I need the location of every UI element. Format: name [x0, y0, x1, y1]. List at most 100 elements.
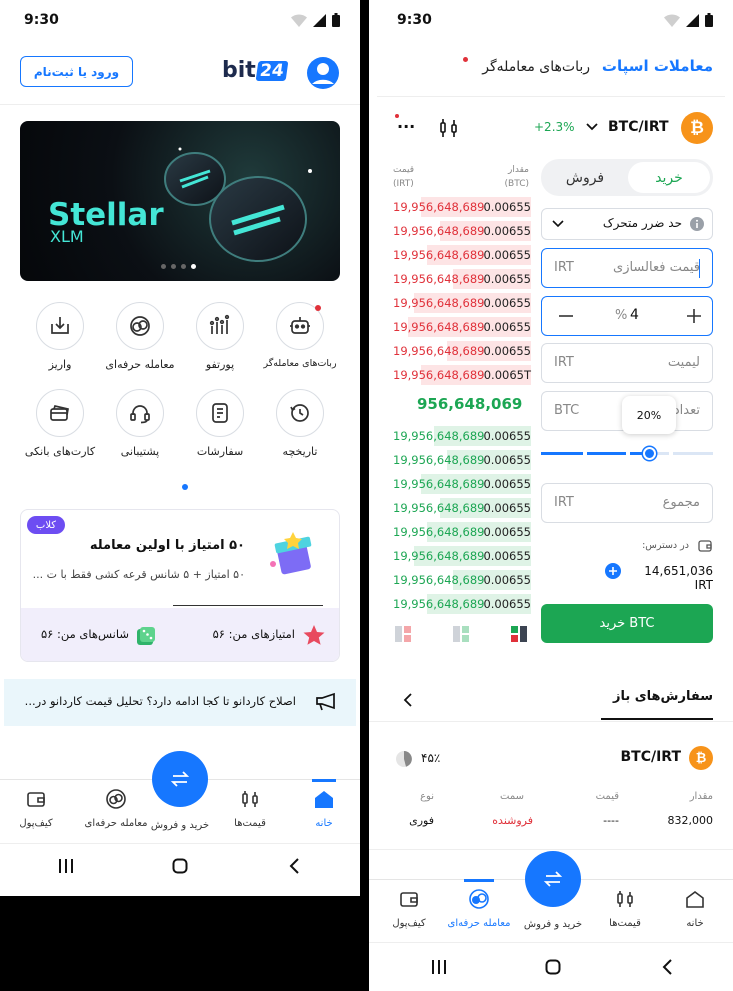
orderbook-view-bids-icon[interactable] [453, 626, 469, 642]
active-tab-indicator [312, 779, 336, 782]
row-price: 19,956,648,689 [393, 296, 485, 310]
pro-trade-icon [469, 889, 489, 909]
nav-wallet[interactable]: کیف‌پول [381, 888, 437, 929]
quick-action-portfolio[interactable]: پورتفو [180, 302, 260, 371]
row-amount: 0.0065T [483, 368, 531, 382]
nav-wallet[interactable]: کیف‌پول [8, 788, 64, 829]
percent-stepper[interactable]: % 4 [541, 296, 713, 336]
bid-row[interactable]: 19,956,648,689 0.00655 [391, 424, 531, 448]
back-system-button[interactable] [661, 959, 673, 979]
ask-row[interactable]: 19,956,648,689 0.00655 [391, 243, 531, 267]
percent-value: 4 [630, 307, 639, 323]
info-icon[interactable] [690, 217, 704, 231]
add-funds-icon[interactable] [605, 563, 621, 579]
chart-candles-icon[interactable] [439, 117, 459, 139]
row-amount: 0.00655 [483, 224, 531, 238]
pair-name[interactable]: BTC/IRT [608, 119, 669, 135]
status-time: 9:30 [24, 12, 59, 28]
row-price: 19,956,648,689 [393, 429, 485, 443]
ask-row[interactable]: 19,956,648,689 0.00655 [391, 219, 531, 243]
orderbook-view-asks-icon[interactable] [511, 626, 527, 642]
slider-thumb[interactable] [643, 447, 656, 460]
row-price: 19,956,648,689 [393, 597, 485, 611]
bank-card-icon [50, 404, 69, 421]
nav-prices[interactable]: قیمت‌ها [222, 788, 278, 829]
more-menu-button[interactable]: ... [397, 113, 415, 132]
quick-action-pro-trade[interactable]: معامله حرفه‌ای [100, 302, 180, 371]
activation-price-input[interactable]: قیمت فعالسازی IRT [541, 248, 713, 288]
nav-pro-trade[interactable]: معامله حرفه‌ای [445, 888, 513, 929]
orderbook-view-toggles [395, 626, 527, 642]
bid-row[interactable]: 19,956,648,689 0.00655 [391, 544, 531, 568]
quick-action-bank-cards[interactable]: کارت‌های بانکی [20, 389, 100, 458]
tab-spot-trading[interactable]: معاملات اسپات [602, 57, 713, 75]
col-side: سمت [500, 791, 524, 802]
row-amount: 0.00655 [483, 272, 531, 286]
bid-row[interactable]: 19,956,648,689 0.00655 [391, 520, 531, 544]
quick-action-deposit[interactable]: واریز [20, 302, 100, 371]
club-card[interactable]: کلاب ۵۰ امتیاز با اولین معامله ۵۰ امتیاز… [20, 509, 340, 662]
nav-home[interactable]: خانه [667, 888, 723, 929]
signal-icon [313, 13, 326, 27]
bid-row[interactable]: 19,956,648,689 0.00655 [391, 568, 531, 592]
order-type-select[interactable]: حد ضرر متحرک [541, 208, 713, 240]
wallet-icon [27, 792, 45, 807]
chevron-left-icon[interactable] [403, 692, 413, 708]
ask-row[interactable]: 19,956,648,689 0.00655 [391, 339, 531, 363]
row-price: 19,956,648,689 [393, 453, 485, 467]
home-screen: 9:30 ورود یا ثبت‌نام bit 24 Stellar XLM [0, 0, 360, 896]
ask-row[interactable]: 19,956,648,689 0.00655 [391, 291, 531, 315]
club-badge: کلاب [27, 516, 65, 534]
quick-action-trading-bots[interactable]: ربات‌های معامله‌گر [260, 302, 340, 369]
ask-row[interactable]: 19,956,648,689 0.00655 [391, 195, 531, 219]
buy-tab[interactable]: خرید [628, 162, 710, 193]
ask-row[interactable]: 19,956,648,689 0.00655 [391, 267, 531, 291]
bid-row[interactable]: 19,956,648,689 0.00655 [391, 472, 531, 496]
activation-unit: IRT [554, 260, 574, 275]
ask-row[interactable]: 19,956,648,689 0.00655 [391, 315, 531, 339]
nav-label: قیمت‌ها [234, 818, 266, 829]
buy-sell-fab[interactable] [525, 851, 581, 907]
system-status-icons [291, 13, 340, 27]
pro-trade-icon [106, 789, 126, 809]
bid-row[interactable]: 19,956,648,689 0.00655 [391, 592, 531, 616]
total-input[interactable]: مجموع IRT [541, 483, 713, 523]
limit-price-input[interactable]: لیمیت IRT [541, 343, 713, 383]
orderbook-view-mixed-icon[interactable] [395, 626, 411, 642]
buy-sell-fab[interactable] [152, 751, 208, 807]
last-price: 956,648,069 [417, 395, 523, 413]
bid-row[interactable]: 19,956,648,689 0.00655 [391, 496, 531, 520]
nav-pro-trade[interactable]: معامله حرفه‌ای [82, 788, 150, 829]
promo-banner[interactable]: Stellar XLM [20, 121, 340, 281]
home-system-button[interactable] [172, 858, 188, 878]
tab-trading-bots[interactable]: ربات‌های معامله‌گر [482, 59, 590, 75]
chevron-down-icon[interactable] [585, 122, 599, 132]
banner-pagination [161, 264, 196, 269]
quick-action-history[interactable]: تاریخچه [260, 389, 340, 458]
fill-progress-icon [396, 751, 412, 767]
amount-slider[interactable] [541, 447, 713, 460]
nav-home[interactable]: خانه [296, 788, 352, 829]
recent-apps-button[interactable] [431, 959, 447, 979]
news-ticker[interactable]: اصلاح کاردانو تا کجا ادامه دارد؟ تحلیل ق… [4, 679, 356, 726]
nav-prices[interactable]: قیمت‌ها [597, 888, 653, 929]
ask-row[interactable]: 19,956,648,689 0.0065T [391, 363, 531, 387]
login-register-button[interactable]: ورود یا ثبت‌نام [20, 56, 133, 87]
megaphone-icon [316, 692, 335, 711]
back-system-button[interactable] [288, 858, 300, 878]
quick-action-support[interactable]: پشتیبانی [100, 389, 180, 458]
minus-icon[interactable] [558, 308, 574, 324]
open-order-card[interactable]: ₿ BTC/IRT ۴۵٪ مقدار قیمت سمت نوع 832,000… [369, 722, 733, 850]
row-amount: 0.00655 [483, 549, 531, 563]
buy-btc-button[interactable]: خرید BTC [541, 604, 713, 643]
quick-action-orders[interactable]: سفارشات [180, 389, 260, 458]
bid-row[interactable]: 19,956,648,689 0.00655 [391, 448, 531, 472]
home-system-button[interactable] [545, 959, 561, 979]
plus-icon[interactable] [686, 308, 702, 324]
header-unit: (BTC) [504, 179, 529, 189]
sell-tab[interactable]: فروش [544, 162, 626, 193]
system-nav-divider [0, 843, 360, 844]
profile-avatar-icon[interactable] [306, 56, 340, 94]
quick-action-label: معامله حرفه‌ای [105, 358, 175, 371]
recent-apps-button[interactable] [58, 858, 74, 878]
